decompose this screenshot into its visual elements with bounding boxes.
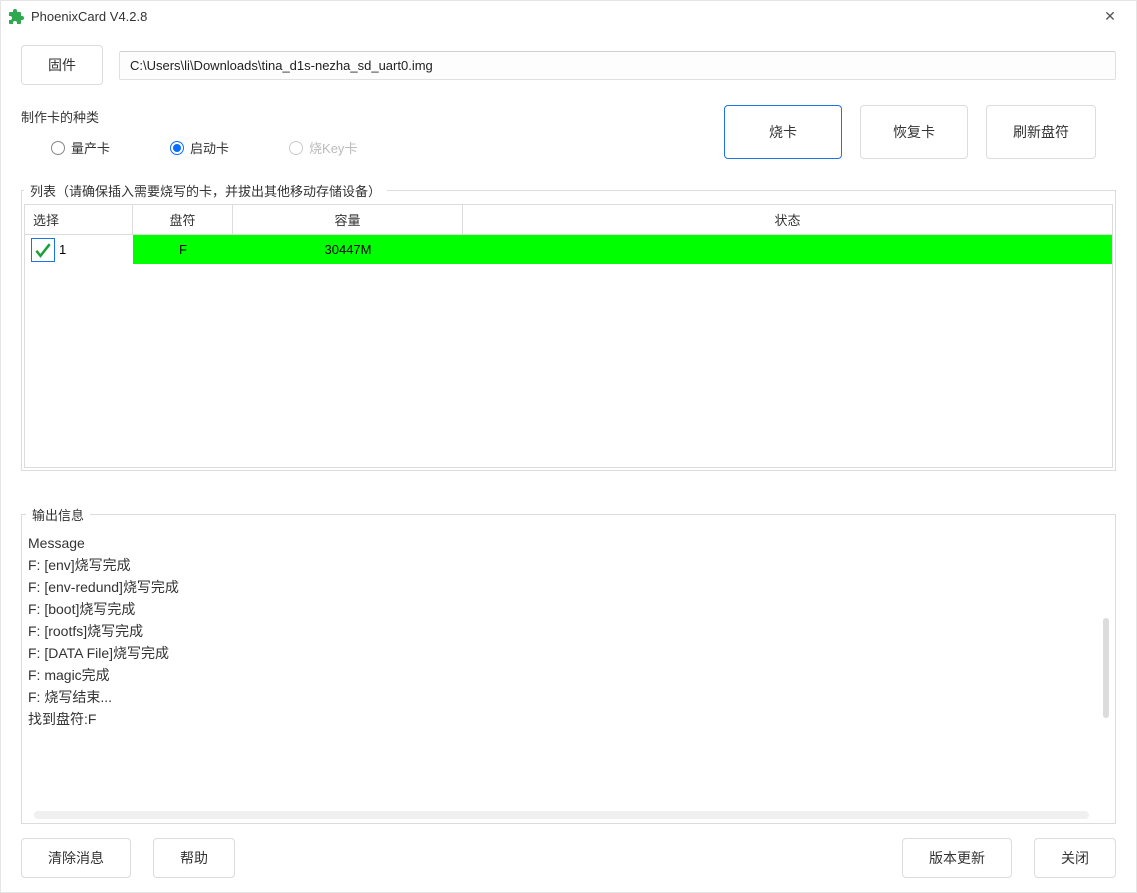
message-header: Message <box>28 532 1107 554</box>
table-row[interactable]: 1 F 30447M <box>25 235 1112 264</box>
clear-messages-button[interactable]: 清除消息 <box>21 838 131 878</box>
app-icon <box>9 8 25 24</box>
message-line: F: [rootfs]烧写完成 <box>28 620 1107 642</box>
output-group: 输出信息 Message F: [env]烧写完成 F: [env-redund… <box>21 505 1116 824</box>
spacer <box>257 838 880 878</box>
message-line: 找到盘符:F <box>28 708 1107 730</box>
vertical-scrollbar[interactable] <box>1103 618 1109 718</box>
cardtype-radios: 量产卡 启动卡 烧Key卡 <box>21 132 357 163</box>
close-icon[interactable]: ✕ <box>1092 8 1128 25</box>
drive-list-group: 列表（请确保插入需要烧写的卡，并拔出其他移动存储设备） 选择 盘符 容量 状态 … <box>21 181 1116 471</box>
footer-buttons: 清除消息 帮助 版本更新 关闭 <box>21 824 1116 878</box>
radio-icon <box>170 141 184 155</box>
cell-drive: F <box>133 235 233 264</box>
radio-icon <box>51 141 65 155</box>
message-line: F: 烧写结束... <box>28 686 1107 708</box>
cardtype-group: 制作卡的种类 量产卡 启动卡 烧Key卡 <box>21 107 357 163</box>
checkbox-icon[interactable] <box>31 238 55 262</box>
radio-boot-card[interactable]: 启动卡 <box>170 138 229 157</box>
table-header: 选择 盘符 容量 状态 <box>25 204 1112 235</box>
action-buttons: 烧卡 恢复卡 刷新盘符 <box>724 105 1116 159</box>
th-drive: 盘符 <box>133 205 233 234</box>
message-line: F: magic完成 <box>28 664 1107 686</box>
firmware-button[interactable]: 固件 <box>21 45 103 85</box>
close-button[interactable]: 关闭 <box>1034 838 1116 878</box>
restore-button[interactable]: 恢复卡 <box>860 105 968 159</box>
check-update-button[interactable]: 版本更新 <box>902 838 1012 878</box>
radio-mass-card[interactable]: 量产卡 <box>51 138 110 157</box>
cell-status <box>463 235 1112 264</box>
content-area: 固件 C:\Users\li\Downloads\tina_d1s-nezha_… <box>1 31 1136 892</box>
row-index: 1 <box>59 242 66 257</box>
drive-list-legend: 列表（请确保插入需要烧写的卡，并拔出其他移动存储设备） <box>24 181 387 200</box>
message-line: F: [env]烧写完成 <box>28 554 1107 576</box>
firmware-path-input[interactable]: C:\Users\li\Downloads\tina_d1s-nezha_sd_… <box>119 51 1116 80</box>
message-line: F: [DATA File]烧写完成 <box>28 642 1107 664</box>
cell-select[interactable]: 1 <box>25 235 133 264</box>
th-select: 选择 <box>25 205 133 234</box>
radio-key-card: 烧Key卡 <box>289 138 357 157</box>
window-title: PhoenixCard V4.2.8 <box>31 9 1092 24</box>
th-capacity: 容量 <box>233 205 463 234</box>
message-line: F: [boot]烧写完成 <box>28 598 1107 620</box>
output-legend: 输出信息 <box>26 505 90 524</box>
titlebar: PhoenixCard V4.2.8 ✕ <box>1 1 1136 31</box>
app-window: PhoenixCard V4.2.8 ✕ 固件 C:\Users\li\Down… <box>0 0 1137 893</box>
radio-label: 启动卡 <box>190 138 229 157</box>
drive-table: 选择 盘符 容量 状态 1 F 30447M <box>24 204 1113 468</box>
help-button[interactable]: 帮助 <box>153 838 235 878</box>
message-line: F: [env-redund]烧写完成 <box>28 576 1107 598</box>
radio-label: 量产卡 <box>71 138 110 157</box>
burn-button[interactable]: 烧卡 <box>724 105 842 159</box>
cardtype-and-actions: 制作卡的种类 量产卡 启动卡 烧Key卡 <box>21 101 1116 163</box>
radio-icon <box>289 141 303 155</box>
cell-capacity: 30447M <box>233 235 463 264</box>
cardtype-legend: 制作卡的种类 <box>21 107 357 126</box>
table-body: 1 F 30447M <box>25 235 1112 467</box>
refresh-drives-button[interactable]: 刷新盘符 <box>986 105 1096 159</box>
th-status: 状态 <box>463 205 1112 234</box>
radio-label: 烧Key卡 <box>309 138 357 157</box>
firmware-row: 固件 C:\Users\li\Downloads\tina_d1s-nezha_… <box>21 31 1116 95</box>
horizontal-scrollbar[interactable] <box>34 811 1089 819</box>
message-box[interactable]: Message F: [env]烧写完成 F: [env-redund]烧写完成… <box>26 528 1113 821</box>
